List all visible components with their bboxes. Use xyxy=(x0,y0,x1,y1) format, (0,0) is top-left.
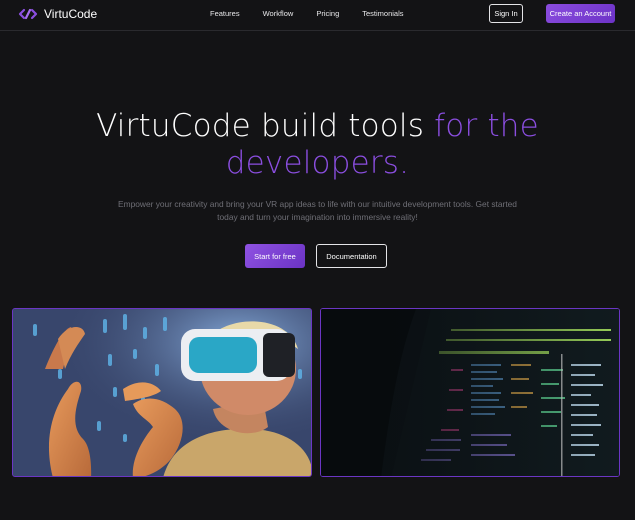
hero-title-purple-1: for the xyxy=(434,108,539,144)
code-terminal-image xyxy=(320,308,620,477)
logo-icon xyxy=(18,8,38,20)
hero-title-purple-2: developers. xyxy=(225,145,410,181)
hero-title-white: VirtuCode build tools xyxy=(96,108,425,144)
vr-headset-image xyxy=(12,308,312,477)
hero-subtitle-line-1: Empower your creativity and bring your V… xyxy=(118,199,517,209)
top-navbar: VirtuCode Features Workflow Pricing Test… xyxy=(0,0,635,31)
hero-subtitle: Empower your creativity and bring your V… xyxy=(100,198,535,224)
hero-subtitle-line-2: today and turn your imagination into imm… xyxy=(217,212,418,222)
sign-in-button[interactable]: Sign In xyxy=(489,4,523,23)
terminal-screen-illustration xyxy=(321,309,619,476)
brand-name: VirtuCode xyxy=(44,7,98,21)
create-account-button[interactable]: Create an Account xyxy=(546,4,615,23)
nav-link-pricing[interactable]: Pricing xyxy=(316,9,339,18)
nav-link-features[interactable]: Features xyxy=(210,9,240,18)
nav-links: Features Workflow Pricing Testimonials xyxy=(210,9,427,18)
vr-scene-illustration xyxy=(13,309,311,476)
nav-link-testimonials[interactable]: Testimonials xyxy=(362,9,403,18)
brand-logo[interactable]: VirtuCode xyxy=(18,7,97,21)
nav-link-workflow[interactable]: Workflow xyxy=(263,9,294,18)
hero-title: VirtuCode build tools for the developers… xyxy=(0,108,635,182)
documentation-button[interactable]: Documentation xyxy=(316,244,387,268)
start-for-free-button[interactable]: Start for free xyxy=(245,244,305,268)
